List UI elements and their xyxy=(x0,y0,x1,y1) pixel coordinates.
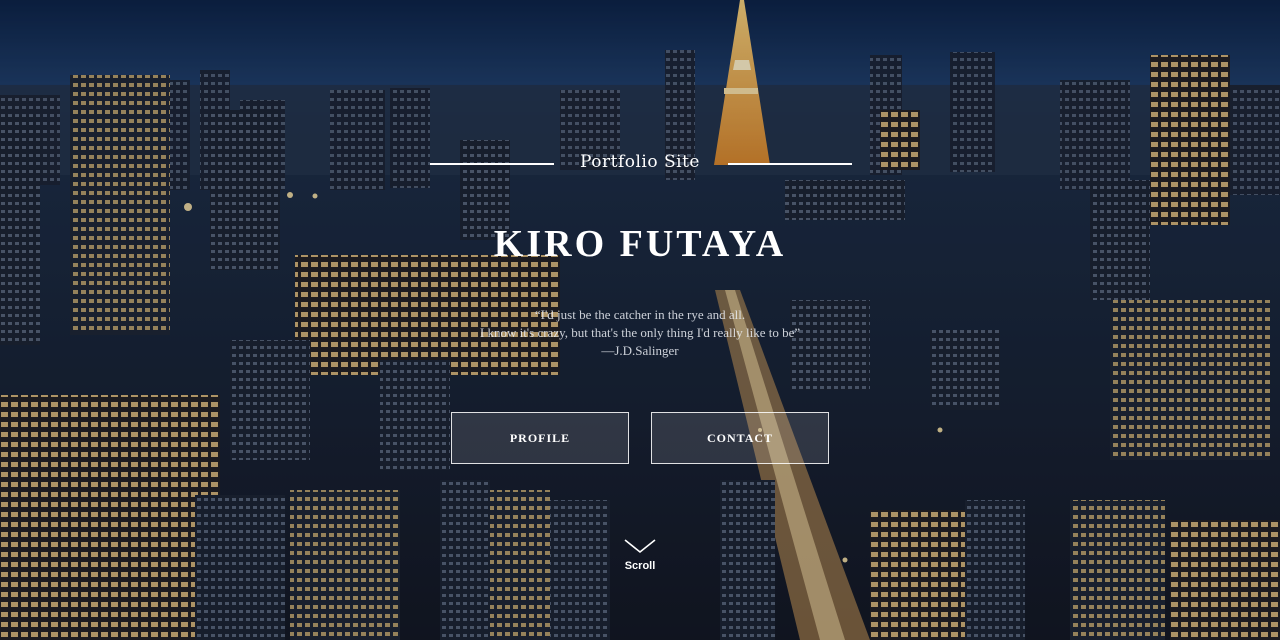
quote-block: “I'd just be the catcher in the rye and … xyxy=(0,306,1280,360)
quote-attribution: —J.D.Salinger xyxy=(601,343,679,358)
quote-line-2: I know it's crazy, but that's the only t… xyxy=(479,325,801,340)
profile-button[interactable]: PROFILE xyxy=(451,412,629,464)
site-title: KIRO FUTAYA xyxy=(493,223,787,265)
hero-section: Portfolio Site KIRO FUTAYA “I'd just be … xyxy=(0,0,1280,640)
quote-line-1: “I'd just be the catcher in the rye and … xyxy=(534,307,746,322)
chevron-down-icon xyxy=(624,539,656,554)
scroll-button[interactable]: Scroll xyxy=(612,536,668,592)
scroll-label: Scroll xyxy=(624,560,656,572)
contact-button[interactable]: CONTACT xyxy=(651,412,829,464)
subtitle-rule-right xyxy=(728,163,852,165)
subtitle-row: Portfolio Site xyxy=(428,150,852,180)
site-subtitle: Portfolio Site xyxy=(580,152,700,172)
